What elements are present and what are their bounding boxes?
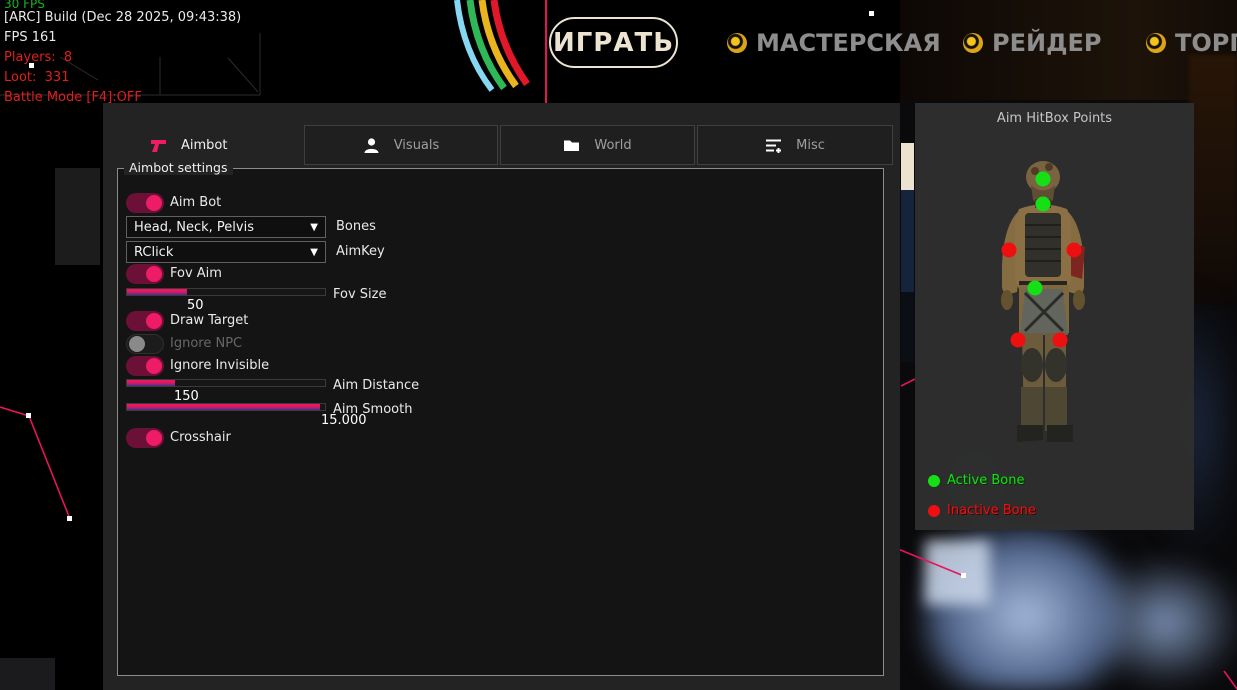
- chevron-down-icon: ▼: [310, 222, 318, 233]
- crosshair-row: Crosshair: [126, 428, 875, 452]
- play-button-label: ИГРАТЬ: [553, 28, 674, 58]
- aimkey-label: AimKey: [336, 244, 385, 259]
- fov-size-label: Fov Size: [333, 287, 386, 302]
- nav-item-trader[interactable]: ТОРГО: [1146, 28, 1237, 58]
- bone-point-neck[interactable]: [1036, 197, 1051, 212]
- toggle-knob: [146, 195, 162, 211]
- bone-point-right-elbow[interactable]: [1067, 243, 1082, 258]
- tab-label: World: [594, 138, 631, 153]
- aim-bot-label: Aim Bot: [170, 195, 221, 210]
- ignore-invisible-label: Ignore Invisible: [170, 358, 269, 373]
- aim-distance-slider[interactable]: [126, 379, 326, 387]
- legend-label: Active Bone: [947, 473, 1024, 488]
- coin-icon: [727, 33, 747, 53]
- legend-label: Inactive Bone: [947, 503, 1036, 518]
- draw-target-toggle[interactable]: [126, 311, 164, 331]
- bone-point-right-knee[interactable]: [1053, 333, 1068, 348]
- bones-dropdown-value: Head, Neck, Pelvis: [134, 220, 254, 235]
- folder-icon: [563, 137, 580, 154]
- nav-item-label: МАСТЕРСКАЯ: [756, 29, 941, 57]
- aim-smooth-slider[interactable]: [126, 403, 326, 411]
- aim-distance-label: Aim Distance: [333, 378, 419, 393]
- ignore-npc-label: Ignore NPC: [170, 336, 242, 351]
- nav-item-raider[interactable]: РЕЙДЕР: [963, 28, 1101, 58]
- hud-players-count: Players: 8: [4, 50, 72, 65]
- aim-bot-toggle[interactable]: [126, 193, 164, 213]
- fov-aim-label: Fov Aim: [170, 266, 222, 281]
- hitbox-panel-title: Aim HitBox Points: [915, 111, 1194, 126]
- toggle-knob: [146, 358, 162, 374]
- hud-loot-count: Loot: 331: [4, 70, 69, 85]
- aimkey-dropdown[interactable]: RClick ▼: [126, 241, 326, 263]
- nav-item-workshop[interactable]: МАСТЕРСКАЯ: [727, 28, 941, 58]
- tab-aimbot[interactable]: Aimbot: [130, 125, 300, 165]
- bones-row: Head, Neck, Pelvis ▼ Bones: [126, 216, 875, 240]
- toggle-knob: [129, 336, 145, 352]
- hud-build-info: [ARC] Build (Dec 28 2025, 09:43:38): [4, 10, 241, 25]
- bone-point-pelvis[interactable]: [1028, 281, 1043, 296]
- person-icon: [363, 137, 380, 154]
- play-button[interactable]: ИГРАТЬ: [549, 17, 678, 68]
- nav-item-label: РЕЙДЕР: [992, 29, 1101, 57]
- group-title: Aimbot settings: [124, 160, 233, 175]
- tab-label: Misc: [796, 138, 825, 153]
- tab-visuals[interactable]: Visuals: [304, 125, 498, 165]
- slider-fill: [127, 404, 320, 410]
- fov-size-slider[interactable]: [126, 288, 326, 296]
- cheat-menu-window: Aimbot Visuals World Misc Aimbot setting…: [103, 103, 900, 690]
- bones-dropdown[interactable]: Head, Neck, Pelvis ▼: [126, 216, 326, 238]
- bone-point-head[interactable]: [1036, 172, 1051, 187]
- ignore-npc-toggle[interactable]: [126, 334, 164, 354]
- fov-aim-toggle[interactable]: [126, 264, 164, 284]
- legend-inactive-bone: Inactive Bone: [928, 503, 1036, 518]
- tab-misc[interactable]: Misc: [697, 125, 893, 165]
- aimkey-dropdown-value: RClick: [134, 245, 173, 260]
- bone-point-left-knee[interactable]: [1011, 333, 1026, 348]
- aim-hitbox-panel: Aim HitBox Points: [915, 103, 1194, 530]
- rainbow-graphic: [430, 0, 550, 100]
- aimkey-row: RClick ▼ AimKey: [126, 241, 875, 265]
- crosshair-toggle[interactable]: [126, 428, 164, 448]
- tab-world[interactable]: World: [500, 125, 695, 165]
- fov-size-row: Fov Size 50: [126, 285, 875, 309]
- aim-smooth-row: Aim Smooth 15.000: [126, 400, 875, 424]
- nav-item-label: ТОРГО: [1175, 29, 1237, 57]
- aim-smooth-value: 15.000: [321, 413, 367, 428]
- draw-target-row: Draw Target: [126, 311, 875, 335]
- ignore-invisible-toggle[interactable]: [126, 356, 164, 376]
- inactive-bone-dot: [928, 505, 940, 517]
- toggle-knob: [146, 313, 162, 329]
- aim-bot-row: Aim Bot: [126, 193, 875, 217]
- gun-icon: [150, 137, 167, 154]
- sliders-icon: [765, 137, 782, 154]
- coin-icon: [1146, 33, 1166, 53]
- tab-label: Visuals: [394, 138, 440, 153]
- legend-active-bone: Active Bone: [928, 473, 1024, 488]
- toggle-knob: [146, 266, 162, 282]
- slider-fill: [127, 380, 175, 386]
- crosshair-label: Crosshair: [170, 430, 231, 445]
- ignore-npc-row: Ignore NPC: [126, 334, 875, 358]
- bones-label: Bones: [336, 219, 376, 234]
- draw-target-label: Draw Target: [170, 313, 248, 328]
- active-bone-dot: [928, 475, 940, 487]
- aimbot-settings-group: Aimbot settings Aim Bot Head, Neck, Pelv…: [117, 168, 884, 676]
- hud-fps: FPS 161: [4, 30, 57, 45]
- slider-fill: [127, 289, 187, 295]
- character-model: [975, 153, 1135, 463]
- aim-distance-row: Aim Distance 150: [126, 376, 875, 400]
- tab-label: Aimbot: [181, 138, 227, 153]
- chevron-down-icon: ▼: [310, 247, 318, 258]
- bone-point-left-elbow[interactable]: [1002, 243, 1017, 258]
- toggle-knob: [146, 430, 162, 446]
- coin-icon: [963, 33, 983, 53]
